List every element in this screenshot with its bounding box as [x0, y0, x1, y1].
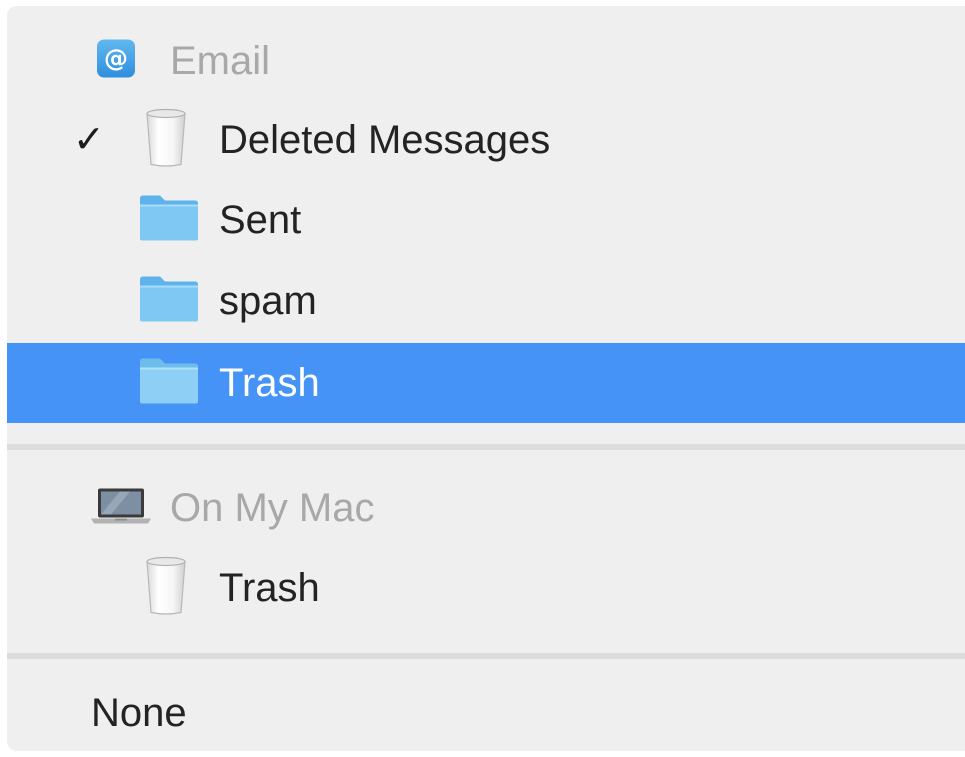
svg-text:@: @ — [104, 45, 128, 73]
menu-item-label: None — [91, 691, 187, 735]
account-header-label: Email — [170, 39, 271, 83]
folder-icon — [138, 193, 200, 248]
account-header-on-my-mac: On My Mac — [7, 468, 965, 548]
trash-can-icon — [144, 108, 188, 173]
folder-icon — [138, 274, 200, 329]
account-header-email: @ Email — [7, 21, 965, 101]
trash-can-icon — [144, 556, 188, 621]
laptop-icon — [90, 486, 152, 531]
menu-item-label: spam — [219, 279, 317, 323]
menu-item-label: Sent — [219, 198, 302, 242]
mailbox-popup-menu: @ Email ✓ Deleted Messages Sent spam Tra… — [7, 6, 965, 751]
menu-separator — [7, 444, 965, 450]
menu-item-label: Trash — [219, 361, 320, 405]
menu-item-trash-email[interactable]: Trash — [7, 343, 965, 423]
menu-separator — [7, 653, 965, 659]
menu-item-deleted-messages[interactable]: ✓ Deleted Messages — [7, 100, 965, 180]
menu-item-sent[interactable]: Sent — [7, 180, 965, 260]
menu-item-label: Deleted Messages — [219, 118, 551, 162]
menu-item-spam[interactable]: spam — [7, 261, 965, 341]
menu-item-trash-on-my-mac[interactable]: Trash — [7, 548, 965, 628]
folder-icon — [138, 356, 200, 411]
menu-item-label: Trash — [219, 566, 320, 610]
checkmark-icon: ✓ — [73, 119, 105, 161]
account-header-label: On My Mac — [170, 486, 375, 530]
at-sign-icon: @ — [96, 39, 136, 84]
menu-item-none[interactable]: None — [7, 673, 965, 751]
